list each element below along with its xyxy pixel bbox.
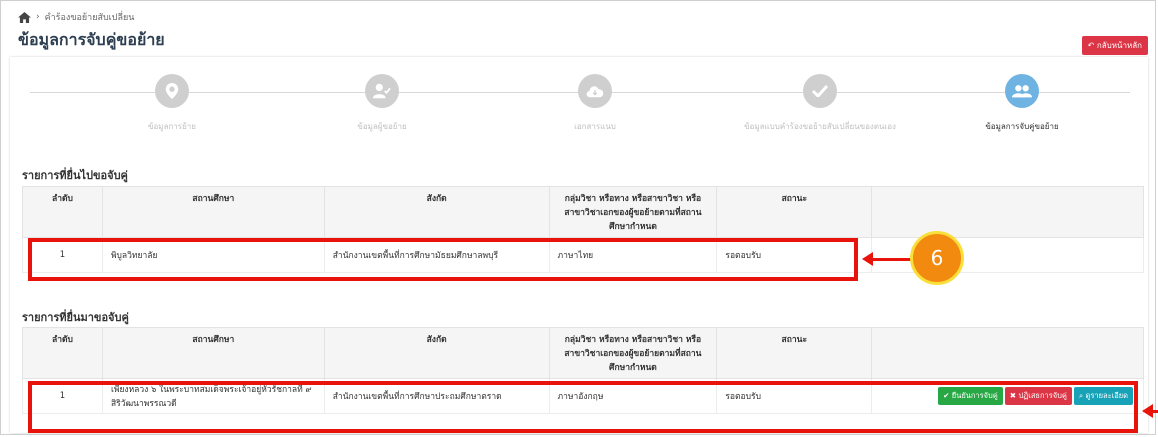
annotation-arrow-line bbox=[872, 258, 912, 261]
undo-icon: ↶ bbox=[1087, 41, 1097, 50]
received-requests-title: รายการที่ยื่นมาขอจับคู่ bbox=[22, 311, 129, 324]
col-subject: กลุ่มวิชา หรือทาง หรือสาขาวิชา หรือสาขาว… bbox=[548, 186, 718, 238]
users-icon bbox=[1005, 74, 1039, 108]
step-label: ข้อมูลการจับคู่ขอย้าย bbox=[985, 122, 1059, 131]
col-status: สถานะ bbox=[716, 327, 873, 379]
step-matching-info[interactable]: ข้อมูลการจับคู่ขอย้าย bbox=[902, 74, 1142, 133]
step-label: ข้อมูลผู้ขอย้าย bbox=[357, 122, 407, 131]
table-header-row: ลำดับ สถานศึกษา สังกัด กลุ่มวิชา หรือทาง… bbox=[22, 327, 1144, 379]
check-icon bbox=[803, 74, 837, 108]
annotation-step-badge: 6 bbox=[910, 231, 964, 285]
chevron-right-icon: › bbox=[36, 12, 40, 22]
header: › คำร้องขอย้ายสับเปลี่ยน ข้อมูลการจับคู่… bbox=[12, 6, 1148, 56]
step-transfer-info[interactable]: ข้อมูลการย้าย bbox=[52, 74, 292, 133]
step-label: เอกสารแนบ bbox=[574, 122, 616, 131]
home-icon[interactable] bbox=[18, 11, 31, 23]
annotation-arrowhead-icon bbox=[862, 252, 873, 266]
table-header-row: ลำดับ สถานศึกษา สังกัด กลุ่มวิชา หรือทาง… bbox=[22, 186, 1144, 238]
back-button-label: กลับหน้าหลัก bbox=[1096, 41, 1142, 50]
sent-requests-title: รายการที่ยื่นไปขอจับคู่ bbox=[22, 169, 128, 182]
col-no: ลำดับ bbox=[22, 327, 103, 379]
col-area: สังกัด bbox=[323, 327, 550, 379]
col-actions bbox=[871, 327, 1144, 379]
breadcrumb: › คำร้องขอย้ายสับเปลี่ยน bbox=[18, 10, 134, 24]
col-no: ลำดับ bbox=[22, 186, 103, 238]
progress-steps: ข้อมูลการย้าย ข้อมูลผู้ขอย้าย เอกสารแนบ … bbox=[30, 74, 1140, 144]
step-applicant-info[interactable]: ข้อมูลผู้ขอย้าย bbox=[262, 74, 502, 133]
col-subject: กลุ่มวิชา หรือทาง หรือสาขาวิชา หรือสาขาว… bbox=[548, 327, 718, 379]
col-status: สถานะ bbox=[716, 186, 873, 238]
user-check-icon bbox=[365, 74, 399, 108]
col-area: สังกัด bbox=[323, 186, 550, 238]
col-school: สถานศึกษา bbox=[101, 186, 325, 238]
page-title: ข้อมูลการจับคู่ขอย้าย bbox=[18, 30, 165, 49]
step-label: ข้อมูลการย้าย bbox=[148, 122, 196, 131]
map-marker-icon bbox=[155, 74, 189, 108]
highlight-received-row bbox=[28, 381, 1138, 433]
col-actions bbox=[871, 186, 1144, 238]
highlight-sent-row bbox=[28, 238, 858, 281]
breadcrumb-item[interactable]: คำร้องขอย้ายสับเปลี่ยน bbox=[45, 10, 135, 24]
step-attachments[interactable]: เอกสารแนบ bbox=[475, 74, 715, 133]
annotation-arrow-line bbox=[1150, 410, 1158, 413]
back-to-main-button[interactable]: ↶ กลับหน้าหลัก bbox=[1081, 36, 1148, 55]
cloud-download-icon bbox=[578, 74, 612, 108]
col-school: สถานศึกษา bbox=[101, 327, 325, 379]
